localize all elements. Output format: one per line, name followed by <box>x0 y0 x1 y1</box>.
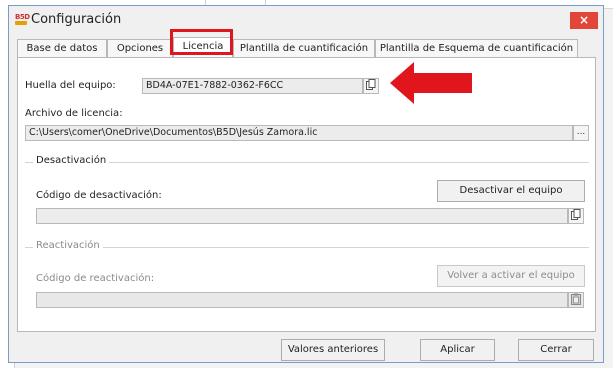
copy-huella-button[interactable] <box>363 78 379 94</box>
tab-plantilla-cuantificacion[interactable]: Plantilla de cuantificación <box>233 39 375 57</box>
b5d-app-icon: B5D <box>15 14 30 26</box>
valores-anteriores-button[interactable]: Valores anteriores <box>281 339 385 361</box>
red-arrow-annotation-icon <box>390 62 472 104</box>
archivo-label: Archivo de licencia: <box>25 108 123 119</box>
licencia-tab-highlight <box>170 29 233 55</box>
codigo-desactivacion-field[interactable] <box>36 208 568 224</box>
browse-button[interactable]: ... <box>573 125 589 141</box>
copy-icon <box>571 209 581 220</box>
cerrar-button[interactable]: Cerrar <box>518 339 594 361</box>
aplicar-button[interactable]: Aplicar <box>420 339 495 361</box>
codigo-desactivacion-label: Código de desactivación: <box>36 190 162 201</box>
reactivacion-group <box>25 247 589 248</box>
desactivacion-group <box>25 162 589 163</box>
paste-icon <box>571 293 581 305</box>
huella-label: Huella del equipo: <box>25 80 116 91</box>
reactivacion-group-title: Reactivación <box>33 240 103 251</box>
settings-dialog: B5D Configuración × Base de datos Opcion… <box>8 5 604 363</box>
desactivacion-group-title: Desactivación <box>33 155 110 166</box>
paste-reactivacion-button[interactable] <box>568 292 584 308</box>
desactivar-equipo-button[interactable]: Desactivar el equipo <box>437 180 585 202</box>
copy-desactivacion-button[interactable] <box>568 208 584 224</box>
archivo-licencia-field[interactable]: C:\Users\comer\OneDrive\Documentos\B5D\J… <box>25 125 573 141</box>
codigo-reactivacion-field[interactable] <box>36 292 568 308</box>
copy-icon <box>366 79 376 90</box>
close-window-button[interactable]: × <box>570 12 598 29</box>
window-title: Configuración <box>31 12 122 27</box>
tab-opciones[interactable]: Opciones <box>107 39 173 57</box>
huella-field[interactable]: BD4A-07E1-7882-0362-F6CC <box>142 78 363 94</box>
tab-plantilla-esquema[interactable]: Plantilla de Esquema de cuantificación <box>375 39 578 57</box>
codigo-reactivacion-label: Código de reactivación: <box>36 273 155 284</box>
licencia-panel: Huella del equipo: BD4A-07E1-7882-0362-F… <box>17 57 596 332</box>
title-bar[interactable]: B5D Configuración × <box>9 6 603 34</box>
tab-base-de-datos[interactable]: Base de datos <box>17 39 107 57</box>
volver-activar-button[interactable]: Volver a activar el equipo <box>437 265 585 287</box>
